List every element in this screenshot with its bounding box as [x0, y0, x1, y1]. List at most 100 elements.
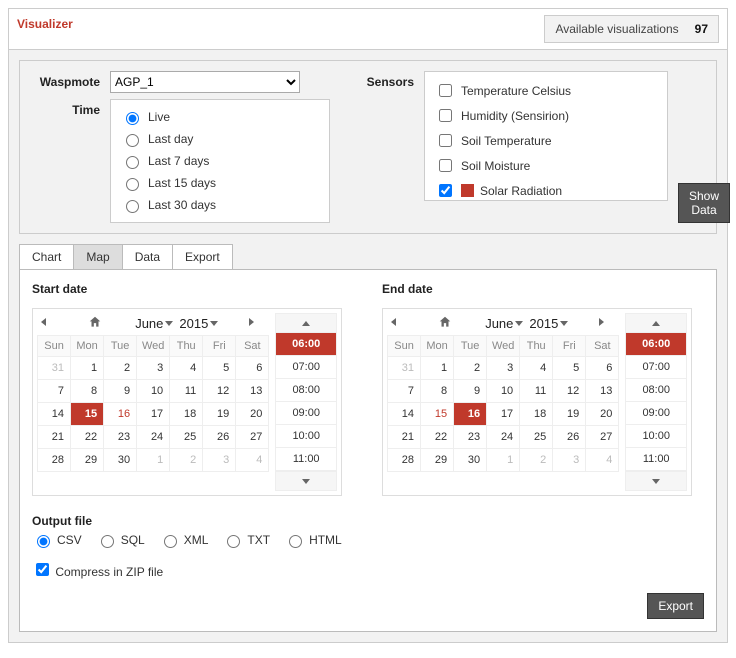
calendar-day[interactable]: 17: [487, 403, 520, 426]
calendar-day[interactable]: 2: [104, 357, 137, 380]
sensor-option[interactable]: Soil Moisture: [435, 153, 657, 178]
calendar-day[interactable]: 12: [203, 380, 236, 403]
calendar-day[interactable]: 28: [38, 449, 71, 472]
sensor-checkbox[interactable]: [439, 159, 452, 172]
calendar-day[interactable]: 28: [388, 449, 421, 472]
calendar-day[interactable]: 4: [520, 357, 553, 380]
time-radio[interactable]: [126, 112, 139, 125]
time-option[interactable]: 11:00: [626, 448, 686, 471]
calendar-day[interactable]: 16: [104, 403, 137, 426]
year-select[interactable]: 2015: [179, 316, 218, 331]
calendar-day[interactable]: 23: [104, 426, 137, 449]
calendar-day[interactable]: 31: [38, 357, 71, 380]
sensor-option[interactable]: Humidity (Sensirion): [435, 103, 657, 128]
calendar-day[interactable]: 30: [104, 449, 137, 472]
calendar-day[interactable]: 24: [137, 426, 170, 449]
calendar-day[interactable]: 13: [236, 380, 269, 403]
calendar-day[interactable]: 14: [38, 403, 71, 426]
output-format-radio[interactable]: [289, 535, 302, 548]
tab-export[interactable]: Export: [172, 244, 233, 269]
time-option[interactable]: 10:00: [626, 425, 686, 448]
output-format-radio[interactable]: [101, 535, 114, 548]
calendar-day[interactable]: 25: [520, 426, 553, 449]
time-radio[interactable]: [126, 156, 139, 169]
time-option[interactable]: 11:00: [276, 448, 336, 471]
calendar-day[interactable]: 22: [71, 426, 104, 449]
calendar-day[interactable]: 6: [236, 357, 269, 380]
tab-data[interactable]: Data: [122, 244, 173, 269]
time-option[interactable]: 08:00: [276, 379, 336, 402]
waspmote-select[interactable]: AGP_1: [110, 71, 300, 93]
calendar-day[interactable]: 8: [421, 380, 454, 403]
calendar-day[interactable]: 5: [203, 357, 236, 380]
time-option[interactable]: Last 7 days: [121, 150, 319, 172]
calendar-day[interactable]: 23: [454, 426, 487, 449]
time-scroll-down-icon[interactable]: [625, 471, 687, 491]
calendar-day[interactable]: 19: [553, 403, 586, 426]
output-format-radio[interactable]: [164, 535, 177, 548]
output-format-option[interactable]: CSV: [32, 532, 82, 548]
calendar-day[interactable]: 3: [137, 357, 170, 380]
time-scroll-up-icon[interactable]: [275, 313, 337, 333]
output-format-option[interactable]: TXT: [222, 532, 270, 548]
calendar-day[interactable]: 5: [553, 357, 586, 380]
time-scroll-up-icon[interactable]: [625, 313, 687, 333]
sensor-checkbox[interactable]: [439, 134, 452, 147]
time-radio[interactable]: [126, 134, 139, 147]
calendar-day[interactable]: 20: [236, 403, 269, 426]
calendar-day[interactable]: 27: [236, 426, 269, 449]
time-option[interactable]: 10:00: [276, 425, 336, 448]
calendar-day[interactable]: 3: [553, 449, 586, 472]
calendar-day[interactable]: 24: [487, 426, 520, 449]
calendar-day[interactable]: 22: [421, 426, 454, 449]
calendar-day[interactable]: 17: [137, 403, 170, 426]
calendar-day[interactable]: 12: [553, 380, 586, 403]
output-format-option[interactable]: HTML: [284, 532, 342, 548]
time-option[interactable]: 09:00: [626, 402, 686, 425]
calendar-day[interactable]: 2: [454, 357, 487, 380]
calendar-day[interactable]: 1: [137, 449, 170, 472]
calendar-day[interactable]: 1: [487, 449, 520, 472]
calendar-day[interactable]: 26: [203, 426, 236, 449]
time-option[interactable]: 06:00: [626, 333, 686, 356]
calendar-day[interactable]: 16: [454, 403, 487, 426]
calendar-day[interactable]: 2: [520, 449, 553, 472]
calendar-day[interactable]: 9: [104, 380, 137, 403]
calendar-day[interactable]: 10: [487, 380, 520, 403]
calendar-day[interactable]: 8: [71, 380, 104, 403]
time-option[interactable]: Live: [121, 106, 319, 128]
calendar-day[interactable]: 11: [520, 380, 553, 403]
sensors-list[interactable]: Temperature CelsiusHumidity (Sensirion)S…: [424, 71, 668, 201]
time-option[interactable]: 07:00: [626, 356, 686, 379]
time-scrollbar-thumb[interactable]: [336, 357, 337, 397]
calendar-day[interactable]: 18: [170, 403, 203, 426]
calendar-day[interactable]: 29: [71, 449, 104, 472]
calendar-day[interactable]: 15: [71, 403, 104, 426]
calendar-day[interactable]: 13: [586, 380, 619, 403]
sensor-checkbox[interactable]: [439, 84, 452, 97]
output-format-radio[interactable]: [37, 535, 50, 548]
calendar-day[interactable]: 4: [586, 449, 619, 472]
calendar-day[interactable]: 4: [170, 357, 203, 380]
calendar-day[interactable]: 1: [71, 357, 104, 380]
calendar-day[interactable]: 7: [38, 380, 71, 403]
show-data-button[interactable]: Show Data: [678, 183, 730, 223]
calendar-day[interactable]: 19: [203, 403, 236, 426]
time-option[interactable]: 07:00: [276, 356, 336, 379]
month-select[interactable]: June: [485, 316, 523, 331]
prev-month-icon[interactable]: [391, 315, 407, 331]
sensor-checkbox[interactable]: [439, 184, 452, 197]
calendar-day[interactable]: 2: [170, 449, 203, 472]
calendar-day[interactable]: 11: [170, 380, 203, 403]
time-option[interactable]: Last 30 days: [121, 194, 319, 216]
time-option[interactable]: 08:00: [626, 379, 686, 402]
time-radio[interactable]: [126, 178, 139, 191]
sensor-option[interactable]: Soil Temperature: [435, 128, 657, 153]
calendar-day[interactable]: 4: [236, 449, 269, 472]
time-radio[interactable]: [126, 200, 139, 213]
calendar-day[interactable]: 30: [454, 449, 487, 472]
calendar-day[interactable]: 29: [421, 449, 454, 472]
calendar-day[interactable]: 3: [203, 449, 236, 472]
month-select[interactable]: June: [135, 316, 173, 331]
sensor-option[interactable]: Temperature Celsius: [435, 78, 657, 103]
